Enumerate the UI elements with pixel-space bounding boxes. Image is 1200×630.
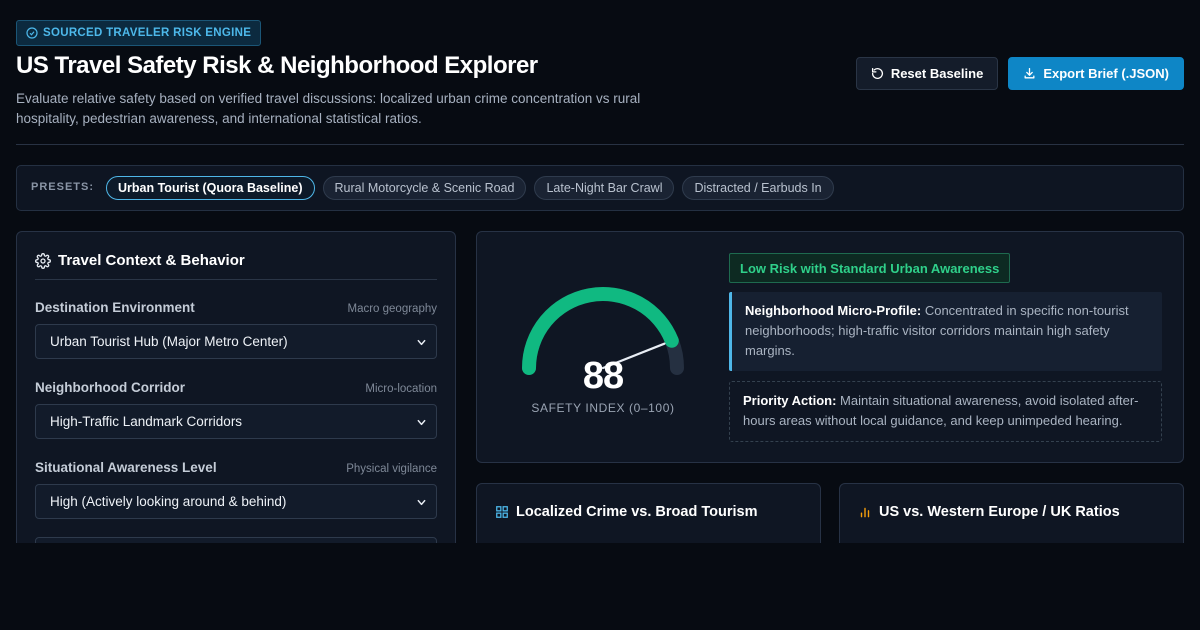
page-subtitle: Evaluate relative safety based on verifi… bbox=[16, 91, 641, 126]
field-label: Destination Environment bbox=[35, 300, 195, 315]
panel-header: Travel Context & Behavior bbox=[35, 252, 437, 280]
preset-urban-tourist[interactable]: Urban Tourist (Quora Baseline) bbox=[106, 176, 315, 200]
gear-icon bbox=[35, 252, 51, 269]
chevron-down-icon bbox=[417, 419, 426, 426]
engine-badge: SOURCED TRAVELER RISK ENGINE bbox=[16, 20, 262, 46]
destination-environment-field: Destination Environment Macro geography … bbox=[35, 300, 437, 359]
select-value: High-Traffic Landmark Corridors bbox=[50, 414, 243, 429]
select-value: High (Actively looking around & behind) bbox=[50, 494, 287, 509]
preset-late-night-bar-crawl[interactable]: Late-Night Bar Crawl bbox=[534, 176, 675, 200]
destination-environment-select[interactable]: Urban Tourist Hub (Major Metro Center) bbox=[35, 324, 437, 359]
field-label: Situational Awareness Level bbox=[35, 460, 217, 475]
safety-score-caption: SAFETY INDEX (0–100) bbox=[531, 401, 675, 415]
download-icon bbox=[1024, 67, 1035, 79]
profile-title: Neighborhood Micro-Profile: bbox=[745, 303, 922, 318]
engine-badge-label: SOURCED TRAVELER RISK ENGINE bbox=[43, 27, 252, 39]
grid-icon bbox=[496, 506, 508, 518]
reset-baseline-button[interactable]: Reset Baseline bbox=[855, 57, 999, 90]
next-field-select[interactable] bbox=[35, 537, 437, 543]
chevron-down-icon bbox=[417, 499, 426, 506]
preset-rural-motorcycle[interactable]: Rural Motorcycle & Scenic Road bbox=[322, 176, 527, 200]
export-brief-button[interactable]: Export Brief (.JSON) bbox=[1008, 57, 1184, 90]
chevron-down-icon bbox=[417, 339, 426, 346]
action-title: Priority Action: bbox=[743, 393, 837, 408]
preset-distracted-earbuds[interactable]: Distracted / Earbuds In bbox=[682, 176, 834, 200]
ratios-card: US vs. Western Europe / UK Ratios bbox=[839, 483, 1184, 543]
select-value: Urban Tourist Hub (Major Metro Center) bbox=[50, 334, 288, 349]
travel-context-panel: Travel Context & Behavior Destination En… bbox=[16, 231, 456, 543]
localized-crime-title: Localized Crime vs. Broad Tourism bbox=[516, 504, 758, 520]
presets-label: PRESETS: bbox=[31, 181, 95, 193]
app-root: SOURCED TRAVELER RISK ENGINE US Travel S… bbox=[16, 20, 1184, 543]
neighborhood-corridor-field: Neighborhood Corridor Micro-location Hig… bbox=[35, 380, 437, 439]
neighborhood-corridor-select[interactable]: High-Traffic Landmark Corridors bbox=[35, 404, 437, 439]
rotate-ccw-icon bbox=[871, 67, 883, 79]
situational-awareness-field: Situational Awareness Level Physical vig… bbox=[35, 460, 437, 519]
field-hint: Physical vigilance bbox=[346, 463, 437, 475]
risk-level-badge: Low Risk with Standard Urban Awareness bbox=[729, 253, 1011, 283]
panel-title: Travel Context & Behavior bbox=[58, 252, 245, 269]
ratios-title: US vs. Western Europe / UK Ratios bbox=[879, 504, 1120, 520]
bar-chart-icon bbox=[860, 507, 870, 518]
header-actions: Reset Baseline Export Brief (.JSON) bbox=[855, 57, 1184, 90]
safety-score-value: 88 bbox=[582, 355, 624, 397]
situational-awareness-select[interactable]: High (Actively looking around & behind) bbox=[35, 484, 437, 519]
header-divider bbox=[16, 144, 1184, 145]
field-hint: Micro-location bbox=[365, 383, 437, 395]
priority-action: Priority Action: Maintain situational aw… bbox=[729, 381, 1162, 442]
localized-crime-card: Localized Crime vs. Broad Tourism bbox=[476, 483, 821, 543]
export-brief-label: Export Brief (.JSON) bbox=[1043, 66, 1169, 81]
presets-bar: PRESETS: Urban Tourist (Quora Baseline) … bbox=[16, 165, 1184, 211]
reset-baseline-label: Reset Baseline bbox=[890, 66, 984, 81]
field-hint: Macro geography bbox=[347, 303, 438, 315]
neighborhood-micro-profile: Neighborhood Micro-Profile: Concentrated… bbox=[729, 292, 1162, 371]
safety-score-card: 88 SAFETY INDEX (0–100) Low Risk with St… bbox=[476, 231, 1184, 463]
field-label: Neighborhood Corridor bbox=[35, 380, 185, 395]
check-circle-icon bbox=[26, 27, 38, 39]
